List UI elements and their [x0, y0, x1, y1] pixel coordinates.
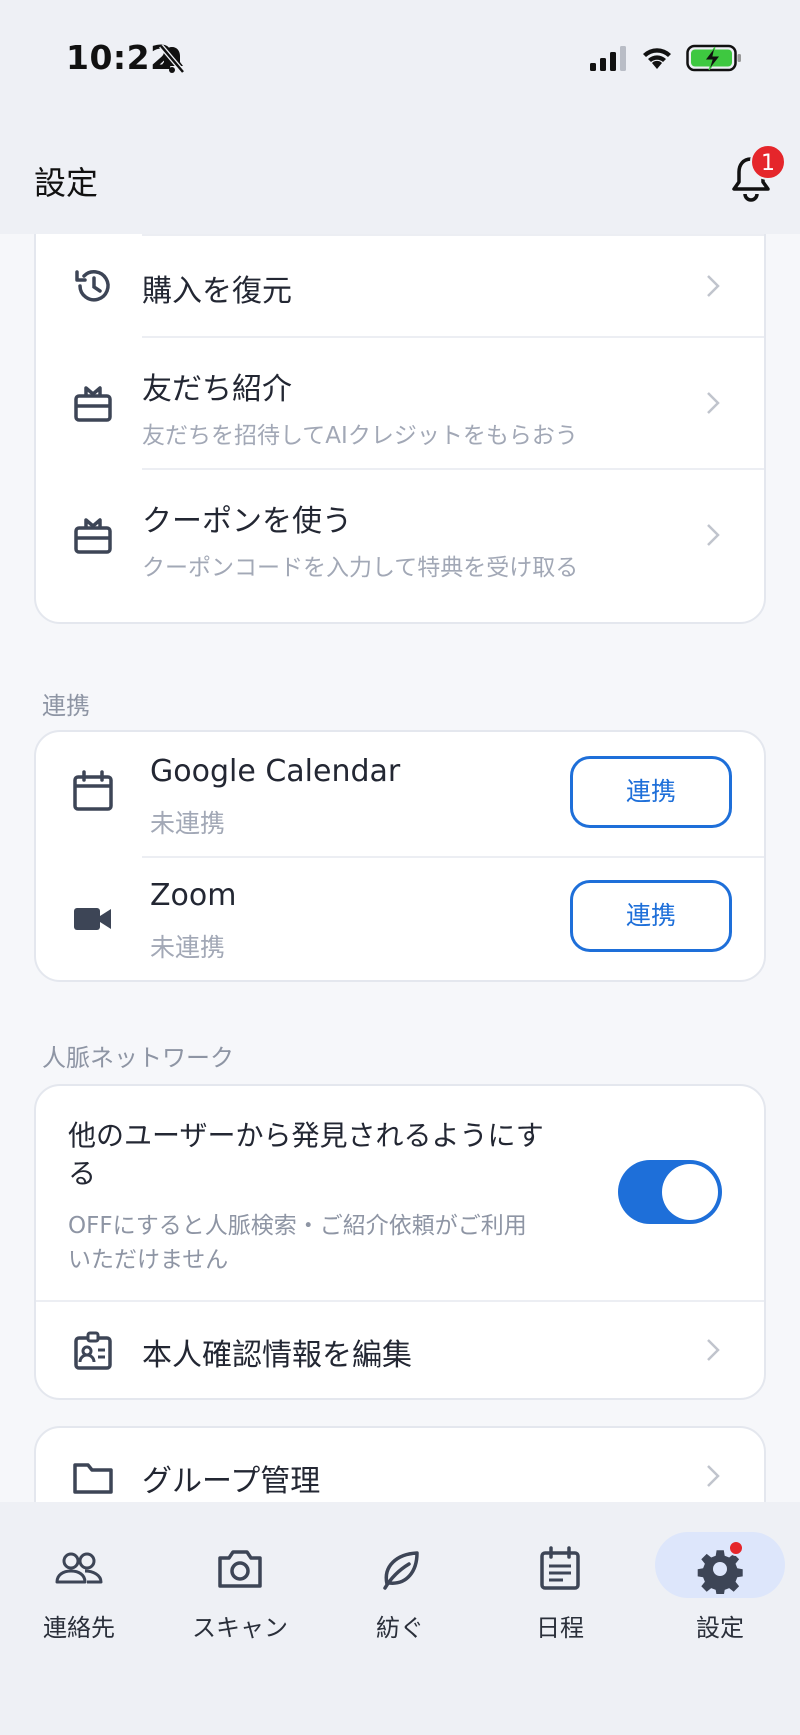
settings-scroll-area[interactable]: 購入を復元 友だち紹介 友だちを招待してAIクレジットをもらおう クーポンを使う… [0, 234, 800, 1502]
status-indicators [590, 44, 742, 72]
toggle-knob [662, 1164, 718, 1220]
battery-charging-icon [686, 44, 741, 72]
status-bar: 10:22 [0, 0, 800, 118]
zoom-connect-button[interactable]: 連携 [570, 880, 732, 952]
friend-referral-label: 友だち紹介 [142, 372, 292, 407]
video-camera-icon [74, 908, 111, 930]
tab-schedule[interactable]: 日程 [495, 1532, 625, 1642]
discoverable-row: 他のユーザーから発見されるようにす る OFFにすると人脈検索・ご紹介依頼がご利… [36, 1086, 764, 1300]
tab-settings[interactable]: 設定 [655, 1532, 785, 1642]
discoverable-desc-line2: いただけません [68, 1247, 229, 1273]
group-management-row[interactable]: グループ管理 [36, 1428, 764, 1502]
chevron-right-icon [707, 1465, 720, 1487]
tab-weave-label: 紡ぐ [376, 1614, 424, 1642]
google-calendar-row: Google Calendar 未連携 連携 [36, 732, 764, 856]
silent-bell-icon [159, 44, 185, 74]
folder-icon [73, 1463, 113, 1494]
network-section-label: 人脈ネットワーク [42, 1044, 234, 1072]
chevron-right-icon [707, 1339, 720, 1361]
account-settings-card: 購入を復元 友だち紹介 友だちを招待してAIクレジットをもらおう クーポンを使う… [34, 234, 766, 624]
tab-scan-label: スキャン [192, 1614, 288, 1642]
app-header: 設定 [0, 118, 800, 234]
group-management-label: グループ管理 [142, 1464, 321, 1499]
tab-settings-label: 設定 [696, 1614, 744, 1642]
google-calendar-status: 未連携 [150, 809, 226, 838]
restore-purchase-label: 購入を復元 [142, 274, 292, 309]
use-coupon-label: クーポンを使う [142, 504, 352, 539]
settings-notification-dot [728, 1540, 744, 1556]
tab-scan[interactable]: スキャン [175, 1532, 305, 1642]
discoverable-desc-line1: OFFにすると人脈検索・ご紹介依頼がご利用 [68, 1213, 527, 1239]
edit-identity-row[interactable]: 本人確認情報を編集 [36, 1302, 764, 1400]
discoverable-title-line2: る [68, 1157, 97, 1190]
leaf-icon [383, 1551, 419, 1590]
bottom-tab-bar: 連絡先 スキャン 紡ぐ 日程 設定 [0, 1502, 800, 1735]
google-calendar-title: Google Calendar [150, 754, 401, 789]
chevron-right-icon [707, 524, 720, 546]
discoverable-toggle[interactable] [618, 1160, 722, 1224]
page-title: 設定 [34, 164, 99, 202]
id-badge-icon [74, 1331, 112, 1370]
edit-identity-label: 本人確認情報を編集 [142, 1338, 412, 1373]
zoom-row: Zoom 未連携 連携 [36, 858, 764, 982]
signal-icon [590, 46, 626, 71]
integrations-card: Google Calendar 未連携 連携 Zoom 未連携 連携 [34, 730, 766, 982]
gift-icon [74, 518, 112, 554]
zoom-title: Zoom [150, 878, 237, 913]
use-coupon-row[interactable]: クーポンを使う クーポンコードを入力して特典を受け取る [36, 470, 764, 602]
tab-schedule-label: 日程 [536, 1614, 584, 1642]
chevron-right-icon [707, 275, 720, 297]
contacts-icon [55, 1552, 103, 1584]
gift-icon [74, 386, 112, 422]
discoverable-title-line1: 他のユーザーから発見されるようにす [68, 1119, 544, 1152]
tab-weave[interactable]: 紡ぐ [335, 1532, 465, 1642]
schedule-icon [540, 1546, 580, 1590]
restore-purchase-row[interactable]: 購入を復元 [36, 236, 764, 336]
friend-referral-subtitle: 友だちを招待してAIクレジットをもらおう [142, 423, 578, 449]
zoom-status: 未連携 [150, 933, 226, 962]
group-card: グループ管理 [34, 1426, 766, 1502]
camera-icon [218, 1550, 262, 1588]
tab-contacts-label: 連絡先 [43, 1614, 115, 1642]
tab-contacts[interactable]: 連絡先 [14, 1532, 144, 1642]
notification-badge: 1 [750, 144, 786, 180]
friend-referral-row[interactable]: 友だち紹介 友だちを招待してAIクレジットをもらおう [36, 338, 764, 468]
chevron-right-icon [707, 392, 720, 414]
history-icon [75, 270, 110, 302]
use-coupon-subtitle: クーポンコードを入力して特典を受け取る [142, 555, 579, 581]
network-card: 他のユーザーから発見されるようにす る OFFにすると人脈検索・ご紹介依頼がご利… [34, 1084, 766, 1400]
wifi-icon [643, 48, 671, 69]
google-calendar-connect-button[interactable]: 連携 [570, 756, 732, 828]
integrations-section-label: 連携 [42, 692, 90, 720]
calendar-icon [73, 770, 113, 811]
